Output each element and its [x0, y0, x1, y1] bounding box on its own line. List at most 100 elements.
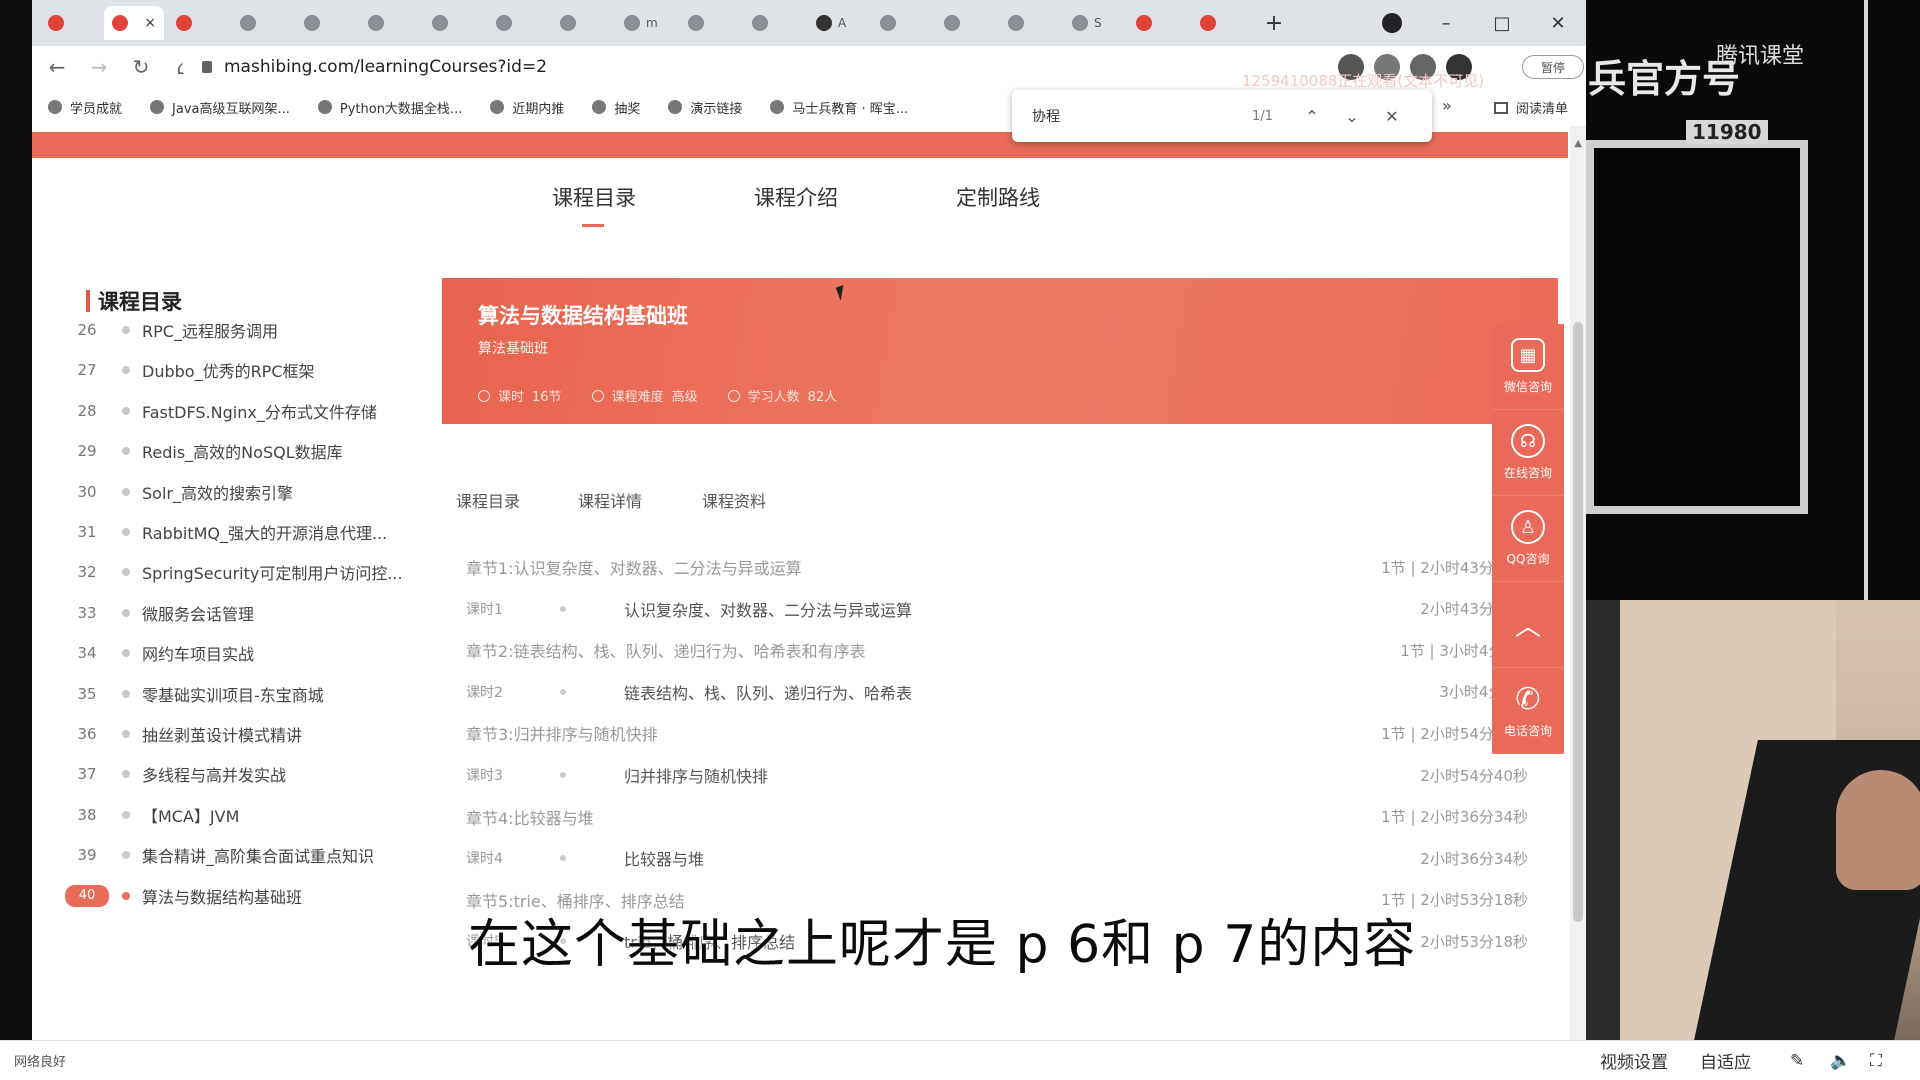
bullet-icon [122, 649, 130, 658]
browser-tab[interactable]: × [104, 6, 164, 40]
sidebar-course-list[interactable]: 26 RPC_远程服务调用 27 Dubbo_优秀的RPC框架 28 FastDFS.Ng… [52, 316, 412, 1040]
bookmark-item[interactable]: Java高级互联网架... [150, 98, 290, 117]
bullet-icon [122, 891, 130, 900]
browser-tab[interactable]: m [616, 6, 676, 40]
bookmark-item[interactable]: 近期内推 [490, 98, 564, 117]
course-name: SpringSecurity可定制用户访问控... [142, 564, 403, 584]
browser-tab[interactable]: S [1064, 6, 1124, 40]
browser-tab[interactable] [680, 6, 740, 40]
browser-tab[interactable]: A [808, 6, 868, 40]
tab-close-icon[interactable]: × [144, 15, 156, 31]
bookmarks-more-icon[interactable]: » [1442, 96, 1452, 115]
browser-tab[interactable] [40, 6, 100, 40]
browser-tab[interactable] [1128, 6, 1188, 40]
bookmark-label: 学员成就 [70, 101, 123, 117]
chapter-row[interactable]: 章节4:比较器与堆 1节 | 2小时36分34秒 [442, 796, 1528, 838]
browser-tab[interactable] [424, 6, 484, 40]
url-field[interactable]: mashibing.com/learningCourses?id=2 [182, 52, 1182, 82]
browser-tab[interactable] [552, 6, 612, 40]
page-scrollbar[interactable]: ▲ [1570, 126, 1586, 1040]
bookmark-item[interactable]: 演示链接 [668, 98, 742, 117]
browser-tab[interactable] [1000, 6, 1060, 40]
close-window-button[interactable]: ✕ [1530, 0, 1586, 46]
fit-mode-button[interactable]: 自适应 [1700, 1048, 1751, 1073]
find-input[interactable] [1032, 108, 1252, 124]
new-tab-button[interactable]: + [1260, 9, 1288, 37]
subtab-catalog[interactable]: 课程目录 [456, 488, 520, 512]
sidebar-course-item[interactable]: 28 FastDFS.Nginx_分布式文件存储 [52, 391, 412, 431]
sidebar-course-item[interactable]: 36 抽丝剥茧设计模式精讲 [52, 714, 412, 754]
pause-sync-button[interactable]: 暂停 [1522, 55, 1584, 79]
minimize-button[interactable]: – [1418, 0, 1474, 46]
lesson-row[interactable]: 课时4 比较器与堆 2小时36分34秒 [442, 837, 1528, 879]
back-to-top-button[interactable]: ︿ [1492, 582, 1564, 668]
browser-tab[interactable] [936, 6, 996, 40]
find-close-icon[interactable]: ✕ [1372, 107, 1412, 126]
course-index: 37 [77, 765, 97, 784]
fullscreen-icon[interactable]: ⛶ [1870, 1051, 1882, 1071]
sidebar-course-item[interactable]: 31 RabbitMQ_强大的开源消息代理... [52, 512, 412, 552]
phone-consult-button[interactable]: ✆ 电话咨询 [1492, 668, 1564, 754]
sidebar-course-item[interactable]: 39 集合精讲_高阶集合面试重点知识 [52, 835, 412, 875]
chapter-row[interactable]: 章节2:链表结构、栈、队列、递归行为、哈希表和有序表 1节 | 3小时4分7秒 [442, 629, 1528, 671]
lesson-row[interactable]: 课时1 认识复杂度、对数器、二分法与异或运算 2小时43分35秒 [442, 588, 1528, 630]
browser-tab[interactable] [360, 6, 420, 40]
subtab-details[interactable]: 课程详情 [578, 488, 642, 512]
sidebar-course-item[interactable]: 27 Dubbo_优秀的RPC框架 [52, 350, 412, 390]
chapter-row[interactable]: 章节3:归并排序与随机快排 1节 | 2小时54分40秒 [442, 712, 1528, 754]
bullet-icon [122, 326, 130, 334]
sidebar-course-item[interactable]: 35 零基础实训项目-东宝商城 [52, 674, 412, 714]
sidebar-course-item[interactable]: 29 Redis_高效的NoSQL数据库 [52, 431, 412, 471]
qq-consult-button[interactable]: ♙ QQ咨询 [1492, 496, 1564, 582]
sidebar-course-item[interactable]: 40 算法与数据结构基础班 [52, 876, 412, 916]
maximize-button[interactable]: □ [1474, 0, 1530, 46]
float-label: QQ咨询 [1506, 552, 1550, 566]
sidebar-course-item[interactable]: 32 SpringSecurity可定制用户访问控... [52, 552, 412, 592]
people-icon [727, 389, 740, 402]
sidebar-course-item[interactable]: 26 RPC_远程服务调用 [52, 316, 412, 350]
bookmark-item[interactable]: 学员成就 [48, 98, 122, 117]
browser-tab[interactable] [232, 6, 292, 40]
volume-icon[interactable]: 🔈 [1830, 1051, 1851, 1071]
browser-tab[interactable] [872, 6, 932, 40]
sidebar-course-item[interactable]: 34 网约车项目实战 [52, 633, 412, 673]
tab-course-intro[interactable]: 课程介绍 [754, 182, 838, 212]
mic-icon[interactable]: ✎ [1790, 1051, 1804, 1071]
tab-custom-route[interactable]: 定制路线 [956, 182, 1040, 212]
find-next-icon[interactable]: ⌄ [1332, 107, 1372, 126]
bullet-icon [122, 447, 130, 456]
reload-icon[interactable]: ↻ [130, 55, 152, 79]
browser-tab[interactable] [296, 6, 356, 40]
tab-course-catalog[interactable]: 课程目录 [552, 182, 636, 212]
bookmark-item[interactable]: Python大数据全栈... [317, 98, 462, 117]
sidebar-course-item[interactable]: 37 多线程与高并发实战 [52, 754, 412, 794]
forward-icon[interactable]: → [88, 55, 110, 79]
chapter-row[interactable]: 章节1:认识复杂度、对数器、二分法与异或运算 1节 | 2小时43分35秒 [442, 546, 1528, 588]
browser-tab[interactable] [1192, 6, 1252, 40]
meta-value: 82人 [807, 390, 838, 405]
course-index: 30 [77, 482, 97, 501]
chapter-title: 章节2:链表结构、栈、队列、递归行为、哈希表和有序表 [466, 642, 866, 662]
sidebar-course-item[interactable]: 33 微服务会话管理 [52, 593, 412, 633]
wechat-consult-button[interactable]: ▦ 微信咨询 [1492, 324, 1564, 410]
sidebar-course-item[interactable]: 30 Solr_高效的搜索引擎 [52, 472, 412, 512]
video-settings-button[interactable]: 视频设置 [1600, 1048, 1668, 1073]
tab-search-icon[interactable] [1382, 13, 1402, 33]
bookmark-item[interactable]: 马士兵教育 · 晖宝... [770, 98, 908, 117]
lesson-row[interactable]: 课时2 链表结构、栈、队列、递归行为、哈希表 3小时4分7秒 [442, 671, 1528, 713]
back-icon[interactable]: ← [46, 55, 68, 79]
browser-tab[interactable] [488, 6, 548, 40]
subtab-materials[interactable]: 课程资料 [702, 488, 766, 512]
browser-tab[interactable] [744, 6, 804, 40]
scroll-thumb[interactable] [1573, 322, 1583, 922]
sidebar-course-item[interactable]: 38 【MCA】JVM [52, 795, 412, 835]
lesson-row[interactable]: 课时3 归并排序与随机快排 2小时54分40秒 [442, 754, 1528, 796]
online-consult-button[interactable]: ☊ 在线咨询 [1492, 410, 1564, 496]
find-prev-icon[interactable]: ⌃ [1292, 107, 1332, 126]
bookmark-item[interactable]: 抽奖 [592, 98, 640, 117]
stream-overlay-panel: 兵官方号 腾讯课堂 11980 [1586, 0, 1920, 1040]
reading-list-button[interactable]: 阅读清单 [1494, 98, 1568, 117]
browser-tab[interactable] [168, 6, 228, 40]
scroll-up-icon[interactable]: ▲ [1574, 138, 1582, 149]
network-status: 网络良好 [14, 1055, 67, 1070]
